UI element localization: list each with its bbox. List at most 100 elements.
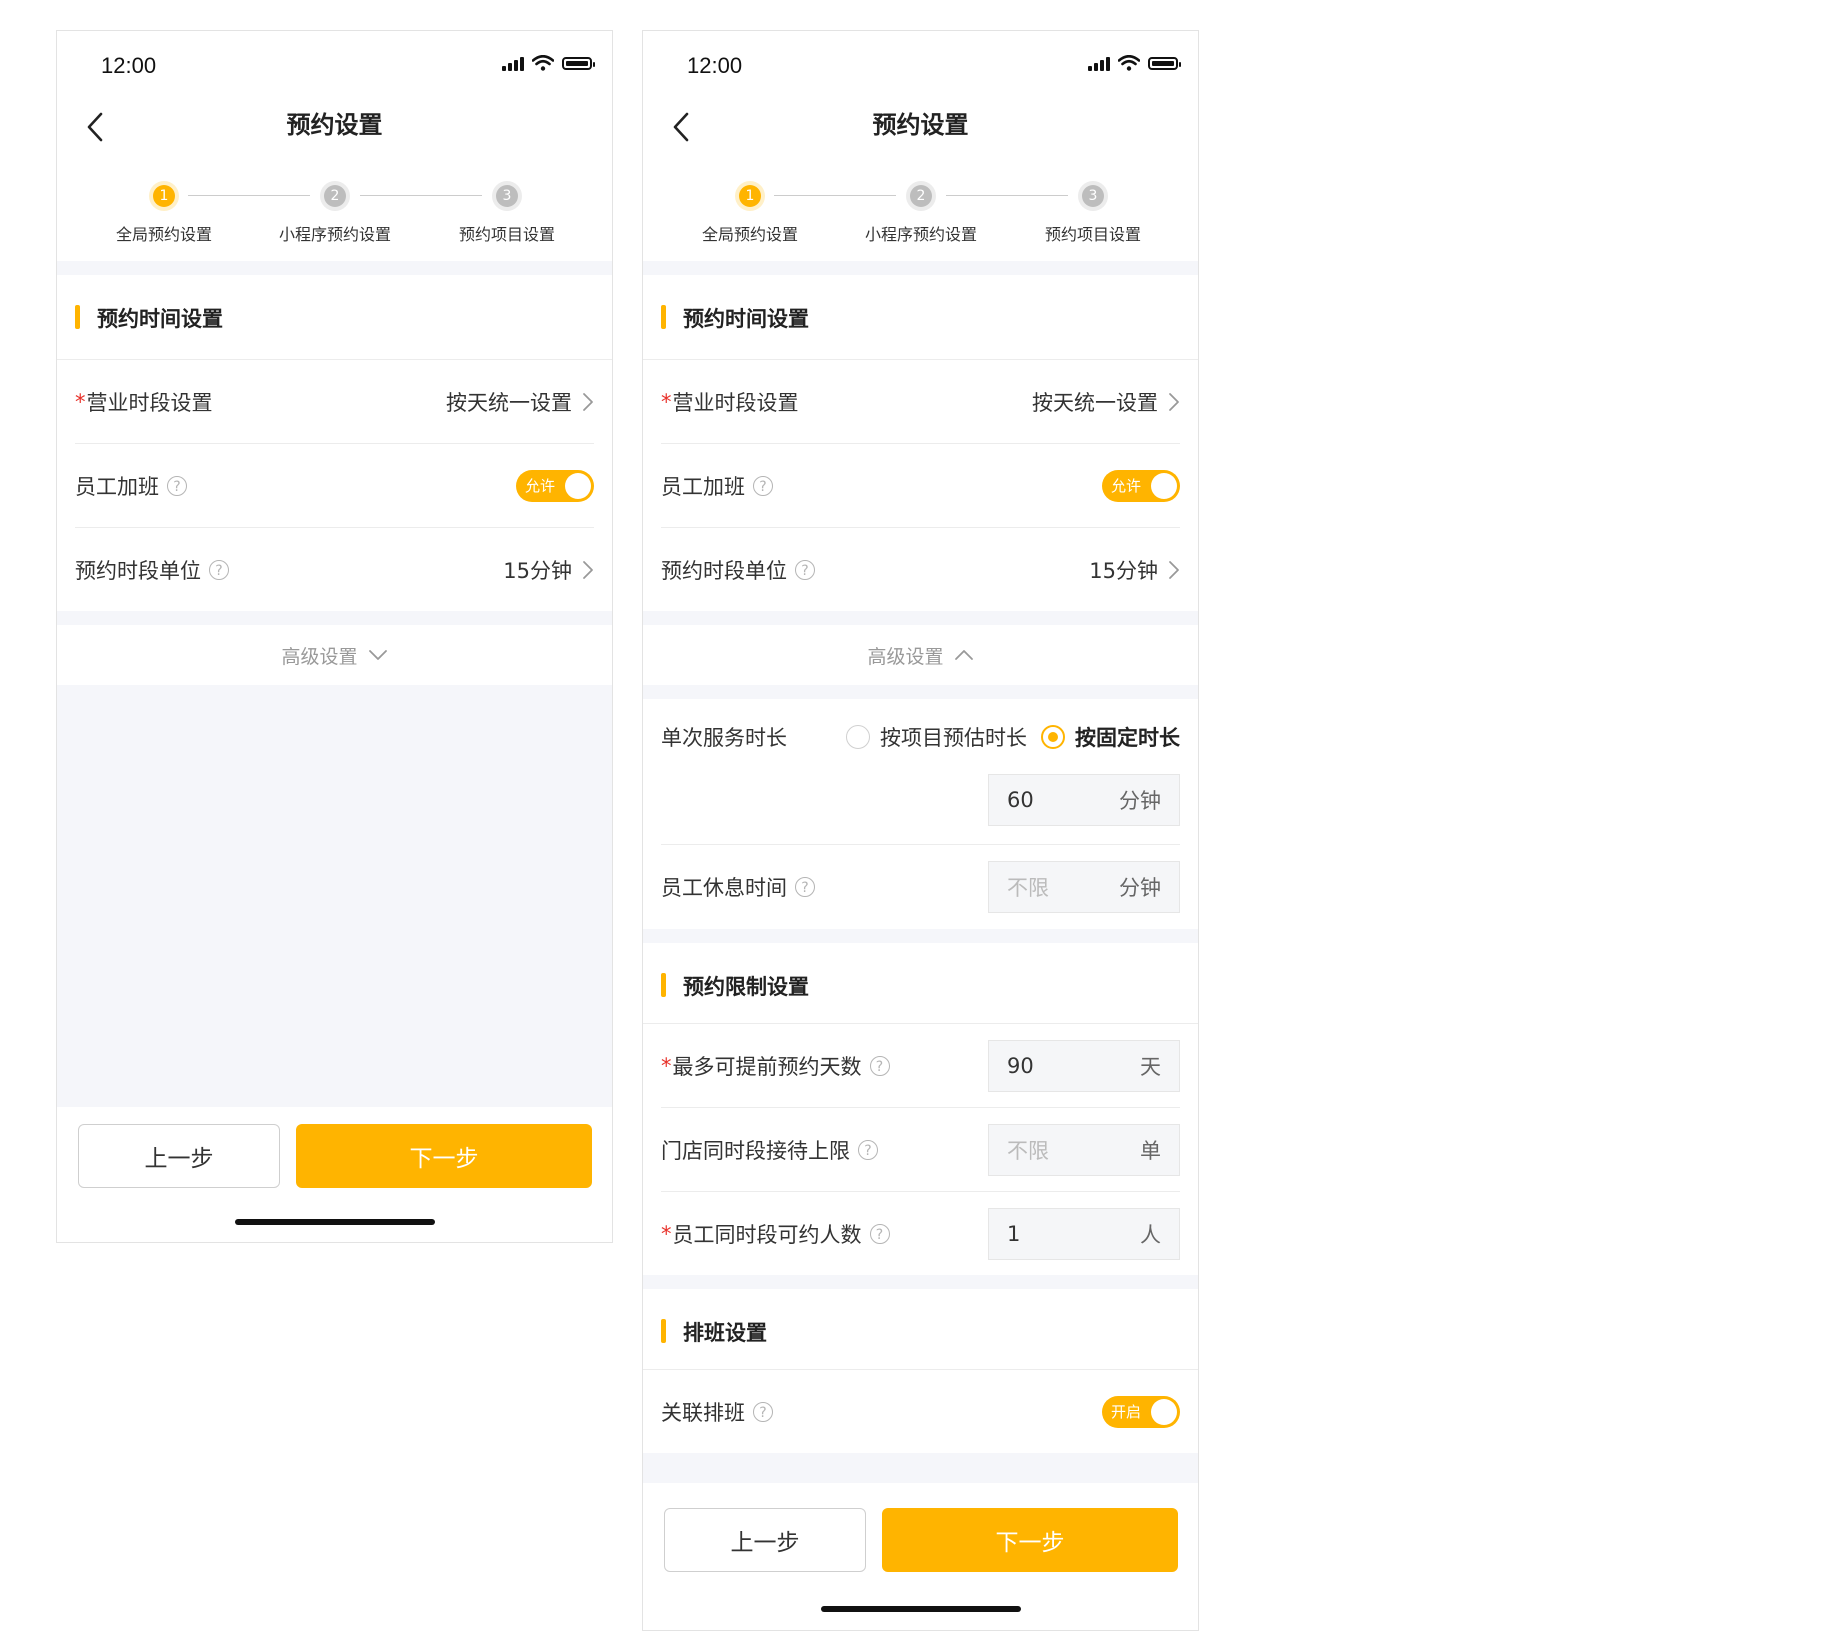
input-placeholder: 不限 [1007, 1138, 1049, 1163]
overtime-label: 员工加班 [75, 474, 159, 499]
overtime-row: 员工加班? 允许 [75, 444, 594, 528]
section-gap [643, 1275, 1198, 1289]
step-number: 2 [910, 185, 932, 207]
step-label: 全局预约设置 [701, 225, 798, 244]
link-schedule-row: 关联排班? 开启 [661, 1370, 1180, 1453]
status-bar: 12:00 [643, 31, 1198, 101]
help-icon[interactable]: ? [869, 1223, 890, 1244]
store-limit-input[interactable]: 不限 单 [988, 1123, 1180, 1176]
slot-unit-row[interactable]: 预约时段单位? 15分钟 [661, 528, 1180, 611]
rest-time-label: 员工休息时间 [661, 876, 787, 900]
signal-icon [1088, 56, 1110, 71]
section-gap [643, 261, 1198, 275]
overtime-row: 员工加班? 允许 [661, 444, 1180, 528]
section-gap [643, 1453, 1198, 1483]
prev-step-button[interactable]: 上一步 [664, 1508, 866, 1572]
input-unit: 单 [1140, 1138, 1161, 1163]
service-duration-input[interactable]: 60 分钟 [988, 774, 1180, 826]
service-duration-input-row: 60 分钟 [661, 774, 1180, 845]
status-icons [1088, 55, 1181, 71]
section-accent-bar [661, 973, 666, 997]
step-indicator: 1 全局预约设置 2 小程序预约设置 3 预约项目设置 [643, 161, 1198, 261]
chevron-left-icon[interactable] [75, 107, 115, 147]
staff-limit-input[interactable]: 1 人 [988, 1207, 1180, 1260]
help-icon[interactable]: ? [858, 1139, 878, 1160]
chevron-down-icon [368, 649, 388, 661]
advanced-settings-label: 高级设置 [281, 645, 358, 668]
business-hours-label: 营业时段设置 [672, 390, 799, 415]
status-bar: 12:00 [57, 31, 612, 101]
max-days-row: * 最多可提前预约天数? 90 天 [661, 1024, 1180, 1108]
business-hours-row[interactable]: * 营业时段设置 按天统一设置 [661, 360, 1180, 444]
service-duration-label: 单次服务时长 [661, 725, 787, 750]
step-label: 小程序预约设置 [864, 225, 977, 244]
help-icon[interactable]: ? [209, 559, 229, 580]
help-icon[interactable]: ? [753, 1401, 773, 1422]
service-duration-options: 按项目预估时长 按固定时长 [832, 722, 1180, 752]
schedule-section-header: 排班设置 [643, 1289, 1198, 1370]
help-icon[interactable]: ? [795, 877, 815, 897]
input-unit: 分钟 [1119, 789, 1161, 813]
advanced-settings-toggle[interactable]: 高级设置 [57, 625, 612, 685]
step-number: 3 [1082, 185, 1104, 207]
help-icon[interactable]: ? [167, 475, 187, 496]
section-gap [57, 611, 612, 625]
rest-time-row: 员工休息时间? 不限 分钟 [661, 845, 1180, 929]
toggle-knob [1151, 1398, 1177, 1425]
section-title: 预约限制设置 [683, 975, 809, 999]
prev-step-button[interactable]: 上一步 [78, 1124, 280, 1188]
next-step-button[interactable]: 下一步 [882, 1508, 1178, 1572]
toggle-text: 开启 [1111, 1402, 1142, 1421]
toggle-knob [565, 472, 591, 499]
help-icon[interactable]: ? [795, 559, 815, 580]
step-2: 2 小程序预约设置 [260, 181, 410, 245]
chevron-right-icon [582, 392, 594, 412]
advanced-settings-label: 高级设置 [867, 645, 944, 668]
section-accent-bar [661, 305, 666, 329]
rest-time-input[interactable]: 不限 分钟 [988, 861, 1180, 913]
radio-option-estimated[interactable]: 按项目预估时长 [846, 722, 1027, 752]
footer-bar: 上一步 下一步 [643, 1498, 1198, 1630]
required-mark: * [661, 1221, 672, 1246]
radio-unchecked-icon [846, 724, 870, 749]
phone-screen-collapsed: 12:00 预约设置 1 全局预约设置 2 小程序预约设置 3 预约项目设置 预… [56, 30, 613, 1243]
step-number: 1 [739, 185, 761, 207]
overtime-toggle[interactable]: 允许 [1102, 469, 1180, 502]
slot-unit-label: 预约时段单位 [661, 558, 787, 583]
staff-limit-row: * 员工同时段可约人数? 1 人 [661, 1192, 1180, 1275]
limit-section-header: 预约限制设置 [643, 943, 1198, 1024]
store-limit-label: 门店同时段接待上限 [661, 1138, 850, 1163]
advanced-settings-toggle[interactable]: 高级设置 [643, 625, 1198, 685]
step-label: 全局预约设置 [115, 225, 212, 244]
time-section-header: 预约时间设置 [57, 275, 612, 360]
chevron-right-icon [1168, 560, 1180, 580]
link-schedule-toggle[interactable]: 开启 [1102, 1395, 1180, 1428]
section-gap [643, 929, 1198, 943]
help-icon[interactable]: ? [753, 475, 773, 496]
wifi-icon [1118, 55, 1140, 71]
slot-unit-row[interactable]: 预约时段单位? 15分钟 [75, 528, 594, 611]
step-1: 1 全局预约设置 [675, 181, 825, 245]
help-icon[interactable]: ? [869, 1055, 890, 1076]
step-3: 3 预约项目设置 [432, 181, 582, 245]
battery-icon [562, 56, 595, 70]
footer-bar: 上一步 下一步 [57, 1114, 612, 1242]
radio-option-fixed[interactable]: 按固定时长 [1041, 722, 1180, 752]
next-step-button[interactable]: 下一步 [296, 1124, 592, 1188]
battery-icon [1148, 56, 1181, 70]
nav-bar: 预约设置 [57, 101, 612, 161]
input-value: 90 [1007, 1053, 1034, 1078]
section-gap [643, 685, 1198, 699]
input-unit: 分钟 [1119, 876, 1161, 900]
status-time: 12:00 [101, 53, 157, 78]
step-label: 预约项目设置 [1044, 225, 1141, 244]
max-days-input[interactable]: 90 天 [988, 1039, 1180, 1092]
radio-checked-icon [1041, 724, 1065, 749]
section-gap [643, 611, 1198, 625]
overtime-toggle[interactable]: 允许 [516, 469, 594, 502]
step-1: 1 全局预约设置 [89, 181, 239, 245]
step-indicator: 1 全局预约设置 2 小程序预约设置 3 预约项目设置 [57, 161, 612, 261]
input-unit: 天 [1140, 1054, 1161, 1079]
chevron-left-icon[interactable] [661, 107, 701, 147]
business-hours-row[interactable]: * 营业时段设置 按天统一设置 [75, 360, 594, 444]
